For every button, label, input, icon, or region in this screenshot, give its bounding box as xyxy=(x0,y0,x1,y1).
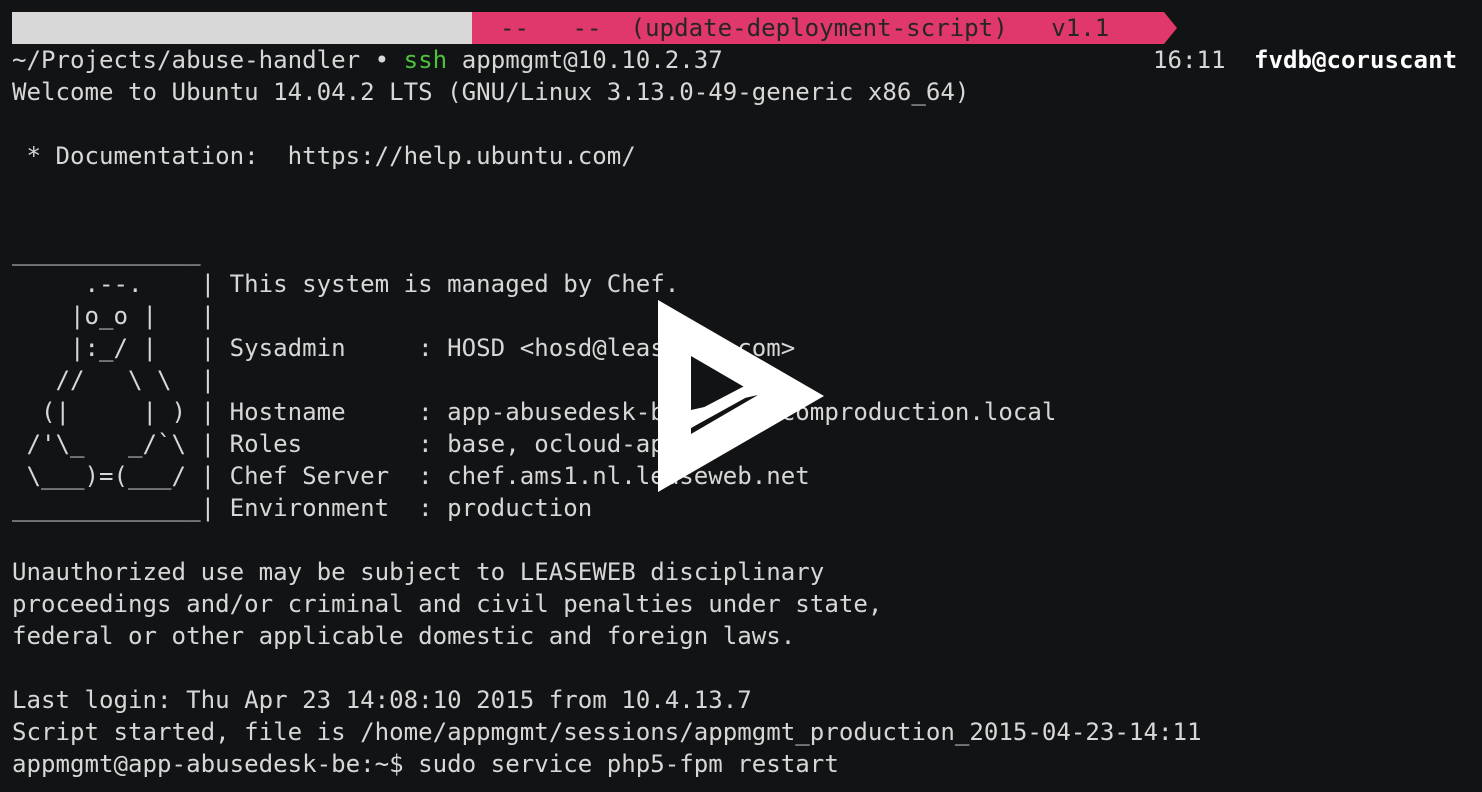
output-line: // \ \ | xyxy=(12,366,216,394)
output-line: Last login: Thu Apr 23 14:08:10 2015 fro… xyxy=(12,686,752,714)
powerline-end-icon xyxy=(1164,12,1177,44)
output-line: federal or other applicable domestic and… xyxy=(12,622,796,650)
shell-prompt-line: ~/Projects/abuse-handler • ssh appmgmt@1… xyxy=(12,44,723,76)
status-left-segment xyxy=(12,12,472,44)
output-line: * Documentation: https://help.ubuntu.com… xyxy=(12,142,636,170)
output-line: _____________| Environment : production xyxy=(12,494,593,522)
output-line: Script started, file is /home/appmgmt/se… xyxy=(12,718,1202,746)
tmux-status-bar: -- -- (update-deployment-script) v1.1 xyxy=(12,12,1177,44)
output-line: /'\_ _/`\ | Roles : base, ocloud-app xyxy=(12,430,680,458)
session-label: -- -- (update-deployment-script) v1.1 xyxy=(500,14,1110,42)
cwd-path: ~/Projects/abuse-handler • xyxy=(12,46,404,74)
clock: 16:11 xyxy=(1153,46,1226,74)
play-icon[interactable] xyxy=(656,298,826,494)
output-line: (| | ) | Hostname : app-abusedesk-be.ams… xyxy=(12,398,1057,426)
command-name: ssh xyxy=(403,46,448,74)
user-host: fvdb@coruscant xyxy=(1254,46,1458,74)
output-line: .--. | This system is managed by Chef. xyxy=(12,270,680,298)
output-line: Welcome to Ubuntu 14.04.2 LTS (GNU/Linux… xyxy=(12,78,970,106)
output-line: Unauthorized use may be subject to LEASE… xyxy=(12,558,825,586)
command-args: appmgmt@10.10.2.37 xyxy=(447,46,723,74)
output-line: |o_o | | xyxy=(12,302,216,330)
output-line: _____________ xyxy=(12,238,201,266)
output-line: proceedings and/or criminal and civil pe… xyxy=(12,590,883,618)
output-line: appmgmt@app-abusedesk-be:~$ sudo service… xyxy=(12,750,839,778)
status-session-segment: -- -- (update-deployment-script) v1.1 xyxy=(472,12,1164,44)
